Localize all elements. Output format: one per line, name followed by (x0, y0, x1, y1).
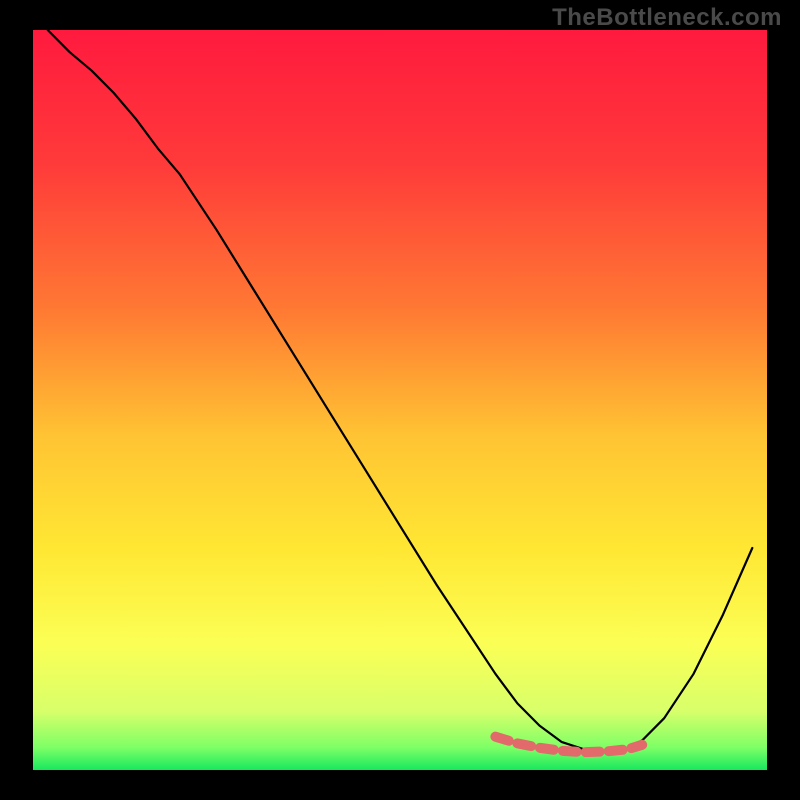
gradient-background (33, 30, 767, 770)
chart-frame: TheBottleneck.com (0, 0, 800, 800)
bottleneck-chart (0, 0, 800, 800)
watermark-text: TheBottleneck.com (552, 4, 782, 32)
